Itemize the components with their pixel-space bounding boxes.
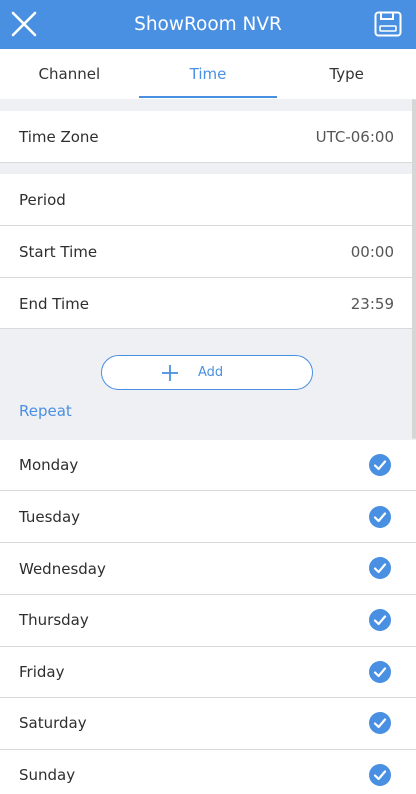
- checkmark-icon[interactable]: [369, 506, 391, 528]
- page-title: ShowRoom NVR: [134, 14, 282, 35]
- end-time-label: End Time: [19, 295, 89, 313]
- day-label: Monday: [19, 456, 79, 474]
- plus-icon: [162, 365, 178, 381]
- day-label: Friday: [19, 663, 65, 681]
- day-label: Tuesday: [19, 508, 81, 526]
- time-zone-row[interactable]: Time Zone UTC-06:00: [0, 111, 416, 163]
- add-button[interactable]: Add: [101, 355, 313, 390]
- tab-time[interactable]: Time: [138, 49, 278, 99]
- day-label: Sunday: [19, 766, 76, 784]
- day-row-monday[interactable]: Monday: [0, 440, 416, 491]
- start-time-row[interactable]: Start Time 00:00: [0, 226, 416, 278]
- day-row-sunday[interactable]: Sunday: [0, 750, 416, 794]
- checkmark-icon[interactable]: [369, 454, 391, 476]
- time-zone-label: Time Zone: [19, 128, 99, 146]
- end-time-value: 23:59: [350, 295, 394, 313]
- scrollbar[interactable]: [412, 99, 416, 439]
- end-time-row[interactable]: End Time 23:59: [0, 278, 416, 329]
- app-header: ShowRoom NVR: [0, 0, 416, 49]
- tab-channel[interactable]: Channel: [0, 49, 139, 99]
- section-divider: [0, 99, 416, 111]
- section-divider: [0, 163, 416, 174]
- time-zone-value: UTC-06:00: [315, 128, 394, 146]
- start-time-value: 00:00: [350, 243, 394, 261]
- day-label: Wednesday: [19, 560, 106, 578]
- day-label: Saturday: [19, 714, 87, 732]
- checkmark-icon[interactable]: [369, 557, 391, 579]
- checkmark-icon[interactable]: [369, 661, 391, 683]
- tab-type[interactable]: Type: [277, 49, 416, 99]
- period-label: Period: [19, 191, 66, 209]
- checkmark-icon[interactable]: [369, 609, 391, 631]
- day-row-thursday[interactable]: Thursday: [0, 595, 416, 647]
- checkmark-icon[interactable]: [369, 764, 391, 786]
- start-time-label: Start Time: [19, 243, 98, 261]
- add-button-label: Add: [198, 365, 224, 380]
- day-row-friday[interactable]: Friday: [0, 647, 416, 698]
- save-icon[interactable]: [374, 11, 402, 37]
- day-label: Thursday: [19, 611, 89, 629]
- repeat-heading: Repeat: [19, 402, 72, 420]
- day-row-tuesday[interactable]: Tuesday: [0, 491, 416, 543]
- day-row-wednesday[interactable]: Wednesday: [0, 543, 416, 595]
- checkmark-icon[interactable]: [369, 712, 391, 734]
- period-row: Period: [0, 174, 416, 226]
- day-row-saturday[interactable]: Saturday: [0, 698, 416, 750]
- tab-bar: Channel Time Type: [0, 49, 416, 99]
